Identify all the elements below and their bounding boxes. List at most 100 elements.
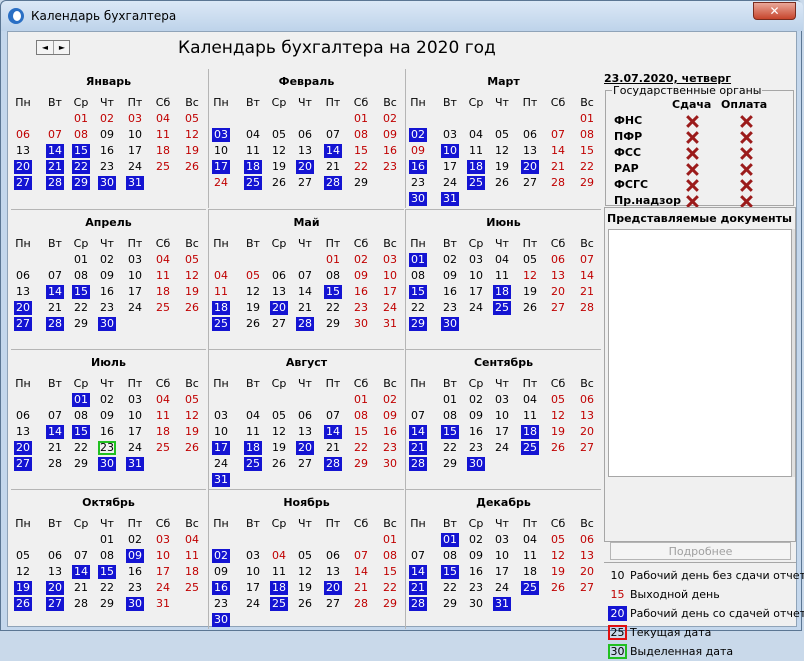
calendar-day[interactable]: 30 bbox=[467, 597, 485, 611]
calendar-day[interactable]: 09 bbox=[126, 549, 144, 563]
calendar-day[interactable]: 09 bbox=[409, 144, 427, 158]
calendar-day[interactable]: 02 bbox=[441, 253, 459, 267]
calendar-day[interactable]: 17 bbox=[441, 160, 459, 174]
calendar-day[interactable]: 01 bbox=[72, 112, 90, 126]
calendar-day[interactable]: 27 bbox=[296, 176, 314, 190]
calendar-day[interactable]: 25 bbox=[244, 176, 262, 190]
calendar-day[interactable]: 12 bbox=[183, 128, 201, 142]
calendar-day[interactable]: 19 bbox=[183, 144, 201, 158]
calendar-day[interactable]: 13 bbox=[14, 285, 32, 299]
calendar-day[interactable]: 10 bbox=[126, 409, 144, 423]
calendar-day[interactable]: 24 bbox=[212, 176, 230, 190]
calendar-day[interactable]: 24 bbox=[467, 301, 485, 315]
calendar-day[interactable]: 18 bbox=[493, 285, 511, 299]
calendar-day[interactable]: 06 bbox=[549, 253, 567, 267]
calendar-day[interactable]: 27 bbox=[521, 176, 539, 190]
calendar-day[interactable]: 11 bbox=[183, 549, 201, 563]
calendar-day[interactable]: 01 bbox=[381, 533, 399, 547]
calendar-day[interactable]: 30 bbox=[441, 317, 459, 331]
calendar-day[interactable]: 29 bbox=[72, 176, 90, 190]
calendar-day[interactable]: 16 bbox=[441, 285, 459, 299]
calendar-day[interactable]: 14 bbox=[46, 425, 64, 439]
calendar-day[interactable]: 01 bbox=[72, 253, 90, 267]
calendar-day[interactable]: 30 bbox=[352, 317, 370, 331]
calendar-day[interactable]: 26 bbox=[270, 176, 288, 190]
calendar-day[interactable]: 10 bbox=[381, 269, 399, 283]
calendar-day[interactable]: 11 bbox=[521, 409, 539, 423]
calendar-day[interactable]: 15 bbox=[352, 425, 370, 439]
calendar-day[interactable]: 12 bbox=[270, 425, 288, 439]
calendar-day[interactable]: 07 bbox=[46, 409, 64, 423]
calendar-day[interactable]: 01 bbox=[441, 533, 459, 547]
calendar-day[interactable]: 01 bbox=[98, 533, 116, 547]
calendar-day[interactable]: 20 bbox=[14, 160, 32, 174]
calendar-day[interactable]: 04 bbox=[183, 533, 201, 547]
calendar-day[interactable]: 24 bbox=[441, 176, 459, 190]
calendar-day[interactable]: 04 bbox=[521, 393, 539, 407]
calendar-day[interactable]: 04 bbox=[244, 128, 262, 142]
calendar-day[interactable]: 25 bbox=[244, 457, 262, 471]
calendar-day[interactable]: 22 bbox=[72, 301, 90, 315]
calendar-day[interactable]: 09 bbox=[441, 269, 459, 283]
calendar-day[interactable]: 23 bbox=[98, 160, 116, 174]
calendar-day[interactable]: 25 bbox=[521, 581, 539, 595]
calendar-day[interactable]: 12 bbox=[549, 409, 567, 423]
calendar-day[interactable]: 10 bbox=[441, 144, 459, 158]
calendar-day[interactable]: 11 bbox=[493, 269, 511, 283]
calendar-day[interactable]: 28 bbox=[72, 597, 90, 611]
calendar-day[interactable]: 29 bbox=[441, 457, 459, 471]
calendar-day[interactable]: 27 bbox=[578, 441, 596, 455]
calendar-day[interactable]: 13 bbox=[14, 425, 32, 439]
calendar-day[interactable]: 15 bbox=[381, 565, 399, 579]
calendar-day[interactable]: 16 bbox=[381, 425, 399, 439]
calendar-day[interactable]: 20 bbox=[296, 441, 314, 455]
calendar-day[interactable]: 21 bbox=[352, 581, 370, 595]
calendar-day[interactable]: 20 bbox=[46, 581, 64, 595]
calendar-day[interactable]: 31 bbox=[441, 192, 459, 206]
calendar-day[interactable]: 07 bbox=[409, 549, 427, 563]
calendar-day[interactable]: 08 bbox=[352, 128, 370, 142]
calendar-day[interactable]: 17 bbox=[467, 285, 485, 299]
calendar-day[interactable]: 19 bbox=[244, 301, 262, 315]
calendar-day[interactable]: 07 bbox=[549, 128, 567, 142]
calendar-day[interactable]: 28 bbox=[296, 317, 314, 331]
calendar-day[interactable]: 06 bbox=[296, 409, 314, 423]
calendar-day[interactable]: 04 bbox=[467, 128, 485, 142]
calendar-day[interactable]: 12 bbox=[183, 269, 201, 283]
calendar-day[interactable]: 21 bbox=[296, 301, 314, 315]
calendar-day[interactable]: 17 bbox=[381, 285, 399, 299]
calendar-day[interactable]: 01 bbox=[578, 112, 596, 126]
calendar-day[interactable]: 20 bbox=[14, 301, 32, 315]
documents-list[interactable] bbox=[608, 229, 792, 477]
calendar-day[interactable]: 28 bbox=[549, 176, 567, 190]
calendar-day[interactable]: 02 bbox=[409, 128, 427, 142]
calendar-day[interactable]: 06 bbox=[14, 409, 32, 423]
calendar-day[interactable]: 15 bbox=[72, 425, 90, 439]
calendar-day[interactable]: 29 bbox=[578, 176, 596, 190]
calendar-day[interactable]: 14 bbox=[324, 144, 342, 158]
calendar-day[interactable]: 30 bbox=[98, 457, 116, 471]
calendar-day[interactable]: 28 bbox=[409, 597, 427, 611]
calendar-day[interactable]: 16 bbox=[467, 565, 485, 579]
calendar-day[interactable]: 20 bbox=[521, 160, 539, 174]
calendar-day[interactable]: 15 bbox=[98, 565, 116, 579]
calendar-day[interactable]: 26 bbox=[183, 160, 201, 174]
calendar-day[interactable]: 01 bbox=[352, 112, 370, 126]
calendar-day[interactable]: 12 bbox=[14, 565, 32, 579]
calendar-day[interactable]: 28 bbox=[352, 597, 370, 611]
calendar-day[interactable]: 22 bbox=[98, 581, 116, 595]
calendar-day[interactable]: 14 bbox=[46, 285, 64, 299]
calendar-day[interactable]: 13 bbox=[296, 144, 314, 158]
calendar-day[interactable]: 08 bbox=[98, 549, 116, 563]
calendar-day[interactable]: 29 bbox=[352, 457, 370, 471]
calendar-day[interactable]: 29 bbox=[409, 317, 427, 331]
calendar-day[interactable]: 18 bbox=[244, 441, 262, 455]
calendar-day[interactable]: 28 bbox=[324, 457, 342, 471]
calendar-day[interactable]: 03 bbox=[154, 533, 172, 547]
calendar-day[interactable]: 18 bbox=[467, 160, 485, 174]
calendar-day[interactable]: 10 bbox=[493, 549, 511, 563]
calendar-day[interactable]: 25 bbox=[154, 441, 172, 455]
calendar-day[interactable]: 23 bbox=[467, 581, 485, 595]
calendar-day[interactable]: 25 bbox=[154, 301, 172, 315]
calendar-day[interactable]: 31 bbox=[126, 176, 144, 190]
